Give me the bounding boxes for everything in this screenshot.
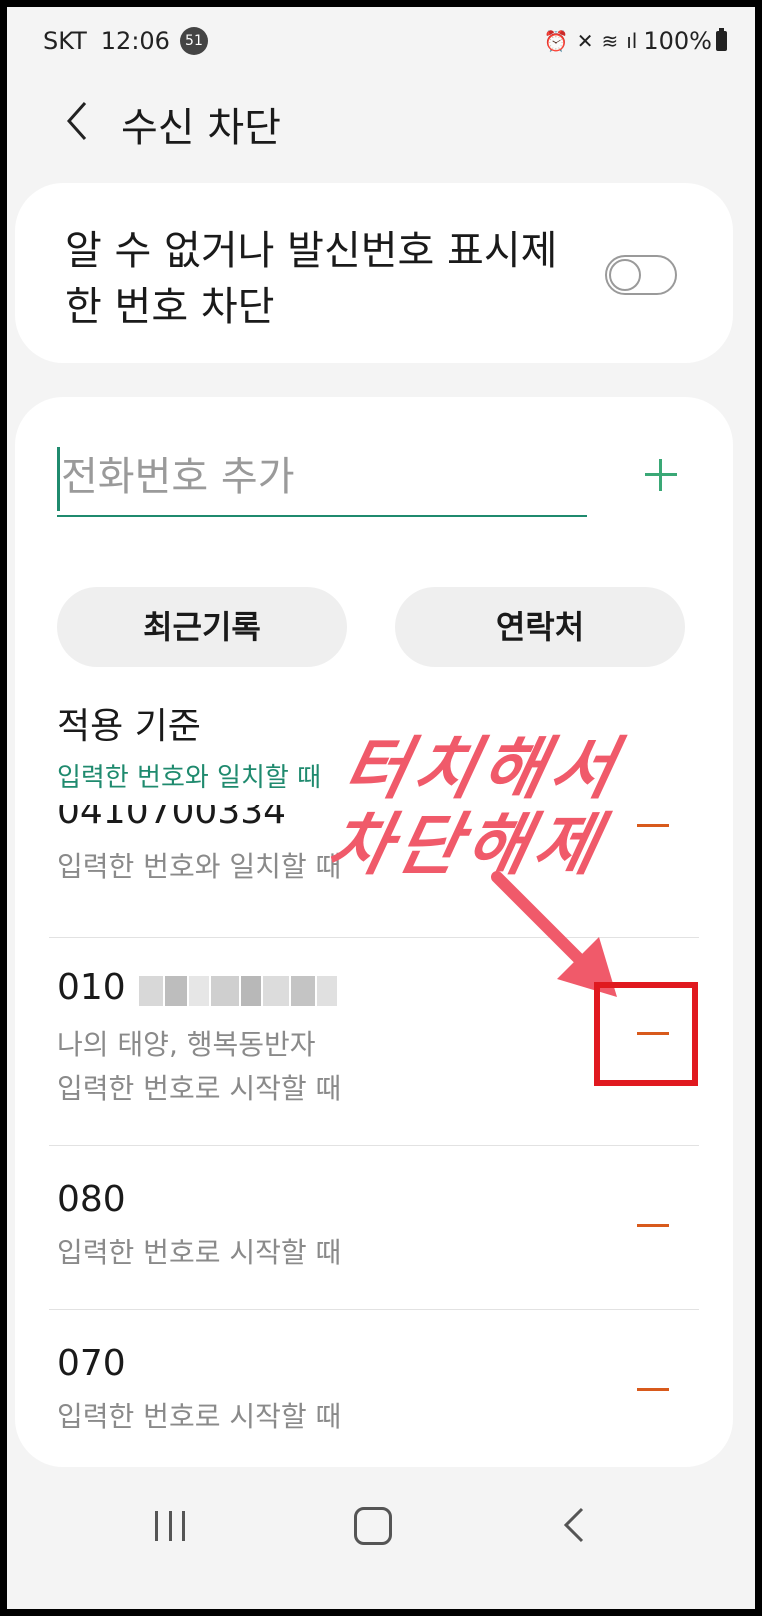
blocked-number-criteria: 입력한 번호로 시작할 때 xyxy=(57,1072,342,1105)
blocked-number-criteria: 입력한 번호와 일치할 때 xyxy=(57,850,342,883)
clock: 12:06 xyxy=(100,27,170,55)
blocked-number: 010 xyxy=(57,967,338,1010)
text-caret xyxy=(57,447,60,511)
navigation-bar xyxy=(7,1467,755,1609)
chevron-left-icon xyxy=(66,102,87,140)
back-button[interactable] xyxy=(57,93,97,149)
annotation-line-1: 터치해서 xyxy=(336,730,628,809)
blurred-digits xyxy=(137,969,338,1010)
criteria-dropdown[interactable]: 입력한 번호와 일치할 때 xyxy=(57,757,321,794)
blocked-number-item[interactable]: 070 입력한 번호로 시작할 때 xyxy=(15,1343,733,1453)
home-button[interactable] xyxy=(354,1507,392,1545)
notification-count-badge: 51 xyxy=(179,27,208,55)
blocked-number: 080 xyxy=(57,1179,126,1220)
header: 수신 차단 xyxy=(7,77,755,167)
remove-number-button[interactable] xyxy=(633,1205,673,1245)
unknown-block-toggle[interactable] xyxy=(605,255,677,295)
recent-log-button[interactable]: 최근기록 xyxy=(57,587,347,667)
blocked-contact-name: 나의 태양, 행복동반자 xyxy=(57,1028,316,1061)
contacts-button[interactable]: 연락처 xyxy=(395,587,685,667)
phone-number-input[interactable]: 전화번호 추가 xyxy=(57,437,587,517)
blocked-number: 0410700334 xyxy=(57,805,287,832)
remove-number-button[interactable] xyxy=(633,805,673,845)
phone-number-placeholder: 전화번호 추가 xyxy=(61,454,295,500)
remove-number-button[interactable] xyxy=(633,1369,673,1409)
battery-icon xyxy=(716,28,727,51)
nav-back-button[interactable] xyxy=(562,1507,586,1543)
add-number-button[interactable] xyxy=(635,449,685,499)
status-right: ⏰ ✕ ≋ ıl 100% xyxy=(536,27,727,55)
blocked-number: 070 xyxy=(57,1343,126,1384)
battery-percent: 100% xyxy=(643,27,712,55)
blocked-number-criteria: 입력한 번호로 시작할 때 xyxy=(57,1400,342,1433)
annotation-highlight-box xyxy=(594,982,698,1086)
unknown-block-card: 알 수 없거나 발신번호 표시제한 번호 차단 xyxy=(15,183,733,363)
toggle-knob xyxy=(609,259,641,291)
recent-apps-button[interactable] xyxy=(155,1511,185,1541)
page-title: 수신 차단 xyxy=(121,105,281,151)
mute-icon: ✕ xyxy=(576,29,594,53)
blocked-number-item[interactable]: 080 입력한 번호로 시작할 때 xyxy=(15,1179,733,1289)
divider xyxy=(49,1145,699,1146)
status-left: SKT 12:06 51 xyxy=(43,27,208,55)
annotation-text: 터치해서 차단해제 xyxy=(321,730,628,885)
unknown-block-label: 알 수 없거나 발신번호 표시제한 번호 차단 xyxy=(65,228,558,330)
divider xyxy=(49,1309,699,1310)
blocked-number-criteria: 입력한 번호로 시작할 때 xyxy=(57,1236,342,1269)
alarm-icon: ⏰ xyxy=(543,29,569,53)
criteria-title: 적용 기준 xyxy=(57,706,201,747)
blocked-number-text: 010 xyxy=(57,967,126,1008)
carrier-label: SKT xyxy=(43,27,87,55)
wifi-icon: ≋ xyxy=(601,29,619,53)
screen: SKT 12:06 51 ⏰ ✕ ≋ ıl 100% 수신 차단 알 수 없거나… xyxy=(7,7,755,1609)
status-bar: SKT 12:06 51 ⏰ ✕ ≋ ıl 100% xyxy=(7,7,755,67)
signal-icon: ıl xyxy=(626,29,638,53)
